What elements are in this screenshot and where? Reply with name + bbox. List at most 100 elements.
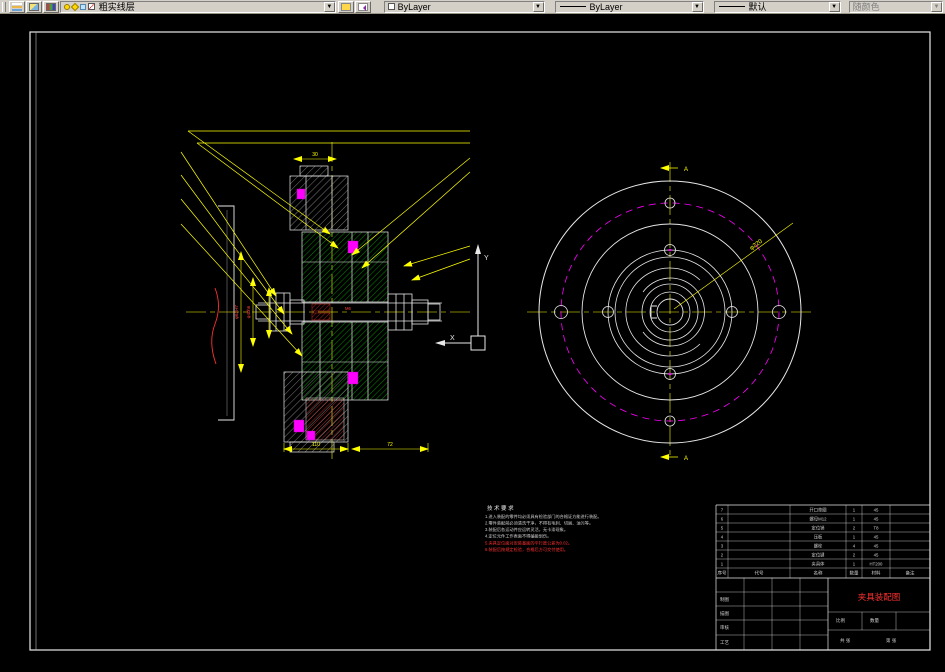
svg-text:2: 2 — [853, 553, 856, 558]
svg-text:1: 1 — [853, 535, 856, 540]
rgb-icon — [45, 2, 56, 11]
svg-text:T8: T8 — [873, 526, 879, 531]
svg-text:数量: 数量 — [870, 617, 879, 624]
svg-text:1: 1 — [853, 562, 856, 567]
svg-text:审核: 审核 — [720, 624, 729, 631]
section-cut-arrows — [660, 165, 678, 460]
layer-thaw-sun-icon — [70, 2, 79, 11]
svg-text:代号: 代号 — [755, 570, 764, 577]
svg-text:3: 3 — [721, 544, 724, 549]
drawing-canvas-svg[interactable]: M6 30 φ62H7 φ40h6 110 72 Y X φ220 A A 技 … — [0, 14, 945, 667]
dim-left-label-2: φ40h6 — [246, 305, 251, 318]
center-dim-label: M6 — [345, 306, 351, 311]
layers-icon — [28, 2, 39, 11]
plot-style-combo: 随颜色 ▼ — [848, 0, 944, 13]
layer-freeze-icon — [79, 3, 86, 10]
note-line: 4.定位元件工作表面不得磕碰划伤。 — [485, 533, 551, 540]
dim-bottom-label-2: 72 — [387, 442, 393, 448]
layer-color-chip-icon — [87, 3, 95, 10]
color-control-button[interactable] — [42, 0, 59, 13]
hole-center-dot — [668, 248, 672, 252]
svg-text:4: 4 — [853, 544, 856, 549]
layer-previous-button[interactable] — [354, 0, 371, 13]
plot-style-combo-value: 随颜色 — [852, 1, 880, 12]
svg-text:45: 45 — [874, 517, 879, 522]
front-view — [527, 162, 813, 460]
layer-properties-button[interactable] — [8, 0, 25, 13]
svg-text:45: 45 — [874, 544, 879, 549]
svg-text:备注: 备注 — [906, 570, 915, 577]
linetype-combo-dropdown-arrow[interactable]: ▼ — [691, 1, 703, 12]
svg-text:数量: 数量 — [850, 570, 859, 577]
svg-text:1: 1 — [853, 517, 856, 522]
notes-title: 技 术 要 求 — [487, 504, 514, 512]
svg-text:描图: 描图 — [720, 610, 729, 617]
current-color-swatch — [387, 3, 395, 10]
dim-left-label-1: φ62H7 — [234, 305, 239, 319]
ucs-icon — [435, 244, 486, 351]
svg-text:2: 2 — [853, 526, 856, 531]
note-line: 1.进入装配的零件均必须具有检验部门的合格证方能进行装配。 — [485, 513, 602, 520]
hole-center-dot — [668, 372, 672, 376]
svg-text:比例: 比例 — [836, 617, 845, 624]
svg-text:6: 6 — [721, 517, 724, 522]
lineweight-sample-line — [718, 6, 745, 7]
linetype-combo[interactable]: ByLayer ▼ — [554, 0, 704, 13]
notes-block: 技 术 要 求 1.进入装配的零件均必须具有检验部门的合格证方能进行装配。 2.… — [485, 504, 602, 553]
section-label-bottom: A — [684, 456, 688, 462]
layer-combo-dropdown-arrow[interactable]: ▼ — [323, 1, 335, 12]
layer-on-bulb-icon — [63, 3, 70, 10]
front-centerlines — [527, 162, 813, 458]
bom-header: 序号 代号 名称 数量 材料 备注 — [718, 570, 915, 577]
note-line: 2.零件装配前必须清洗干净，不得有毛刺、切屑、油污等。 — [485, 520, 593, 527]
svg-text:工艺: 工艺 — [720, 640, 729, 645]
svg-text:定位销: 定位销 — [812, 525, 826, 532]
model-space-canvas[interactable]: M6 30 φ62H7 φ40h6 110 72 Y X φ220 A A 技 … — [0, 14, 945, 667]
svg-text:材料: 材料 — [872, 570, 881, 577]
lineweight-combo-value: 默认 — [748, 1, 767, 12]
svg-text:第 张: 第 张 — [886, 637, 897, 644]
note-line: 3.装配后各运动件应运转灵活，无卡滞现象。 — [485, 526, 568, 533]
section-view: M6 30 φ62H7 φ40h6 110 72 — [180, 130, 471, 462]
color-combo-value: ByLayer — [397, 1, 431, 12]
note-line: 5.夹具定位面对安装基面的平行度公差为0.02。 — [485, 540, 572, 547]
svg-text:2: 2 — [721, 553, 724, 558]
color-combo[interactable]: ByLayer ▼ — [383, 0, 545, 13]
svg-text:45: 45 — [874, 535, 879, 540]
svg-text:共 张: 共 张 — [840, 637, 851, 644]
svg-text:45: 45 — [874, 508, 879, 513]
note-line: 6.装配后按规定检验，合格后方可交付使用。 — [485, 546, 568, 553]
ucs-y-label: Y — [484, 255, 489, 262]
ucs-x-label: X — [450, 335, 455, 342]
svg-text:1: 1 — [853, 508, 856, 513]
title-block: 序号 代号 名称 数量 材料 备注 7 开口垫圈 1 45 6 螺母M12 1 45 5 定位… — [715, 504, 930, 650]
svg-text:序号: 序号 — [718, 570, 727, 577]
layer-combo-value: 粗实线层 — [98, 1, 135, 12]
layers-stack-icon — [11, 2, 22, 11]
svg-text:5: 5 — [721, 526, 724, 531]
lineweight-combo-dropdown-arrow[interactable]: ▼ — [828, 1, 840, 12]
layers-button[interactable] — [25, 0, 42, 13]
machine-wall — [211, 205, 235, 421]
layer-combo[interactable]: 粗实线层 ▼ — [59, 0, 336, 13]
diameter-dim-line — [673, 222, 794, 310]
svg-text:7: 7 — [721, 508, 724, 513]
toolbar-grip[interactable] — [2, 1, 6, 12]
make-object-layer-current-button[interactable] — [337, 0, 354, 13]
svg-text:压板: 压板 — [814, 534, 823, 541]
title-block-fields: 制图 描图 审核 工艺 比例 数量 共 张 第 张 — [720, 596, 897, 645]
svg-text:螺母M12: 螺母M12 — [810, 516, 828, 523]
svg-text:4: 4 — [721, 535, 724, 540]
dim-top-label: 30 — [312, 152, 318, 158]
bom-rows: 7 开口垫圈 1 45 6 螺母M12 1 45 5 定位销 2 T8 4 压板 1 45 3 螺栓 4 45… — [721, 507, 883, 568]
svg-text:开口垫圈: 开口垫圈 — [809, 507, 826, 514]
svg-text:45: 45 — [874, 553, 879, 558]
svg-text:1: 1 — [721, 562, 724, 567]
lineweight-combo[interactable]: 默认 ▼ — [713, 0, 841, 13]
svg-text:HT200: HT200 — [870, 562, 884, 567]
svg-text:夹具体: 夹具体 — [812, 561, 826, 568]
linetype-sample-line — [559, 6, 586, 7]
color-combo-dropdown-arrow[interactable]: ▼ — [532, 1, 544, 12]
section-label-top: A — [684, 167, 688, 173]
layer-previous-icon — [357, 2, 368, 11]
